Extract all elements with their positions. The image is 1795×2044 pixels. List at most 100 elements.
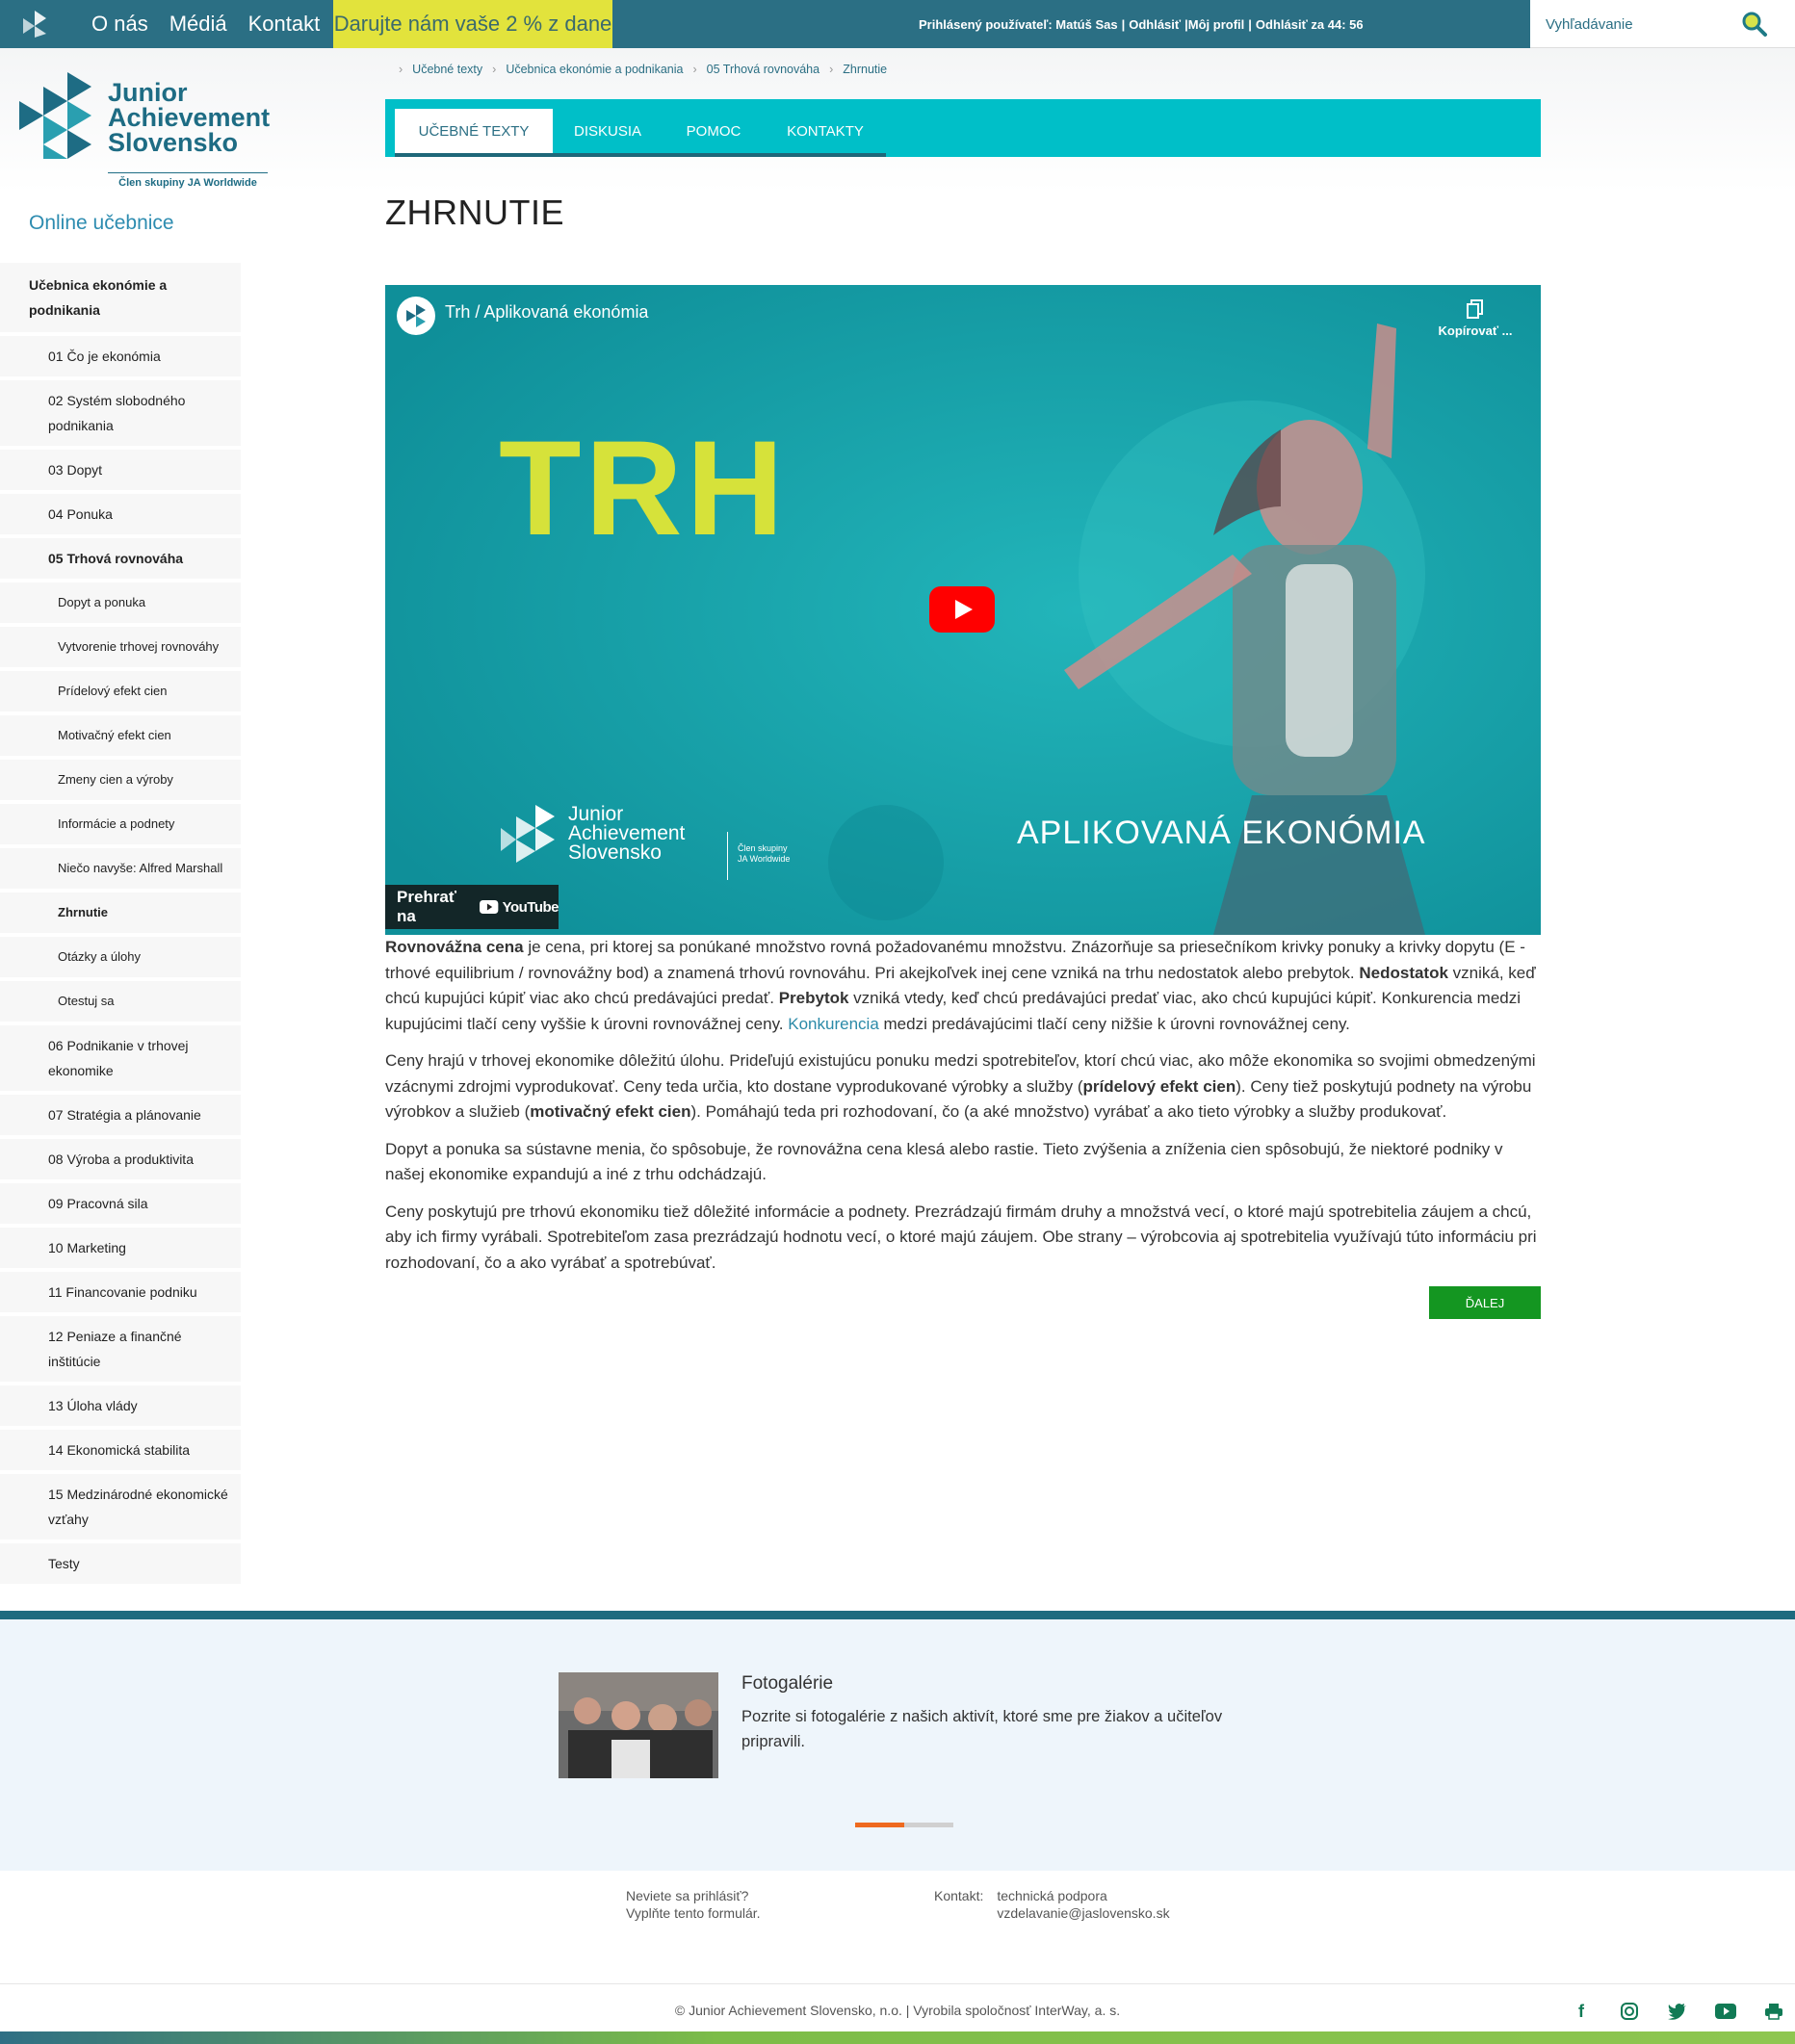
video-player[interactable]: Trh / Aplikovaná ekonómia Kopírovať ... …	[385, 285, 1541, 935]
sidebar-subitem[interactable]: Zmeny cien a výroby	[0, 760, 241, 800]
paragraph: Ceny poskytujú pre trhovú ekonomiku tiež…	[385, 1202, 1537, 1272]
search-input[interactable]	[1544, 12, 1736, 37]
sidebar-chapter[interactable]: 01 Čo je ekonómia	[0, 336, 241, 376]
ja-logo-mini-icon[interactable]	[17, 7, 52, 41]
next-button[interactable]: ĎALEJ	[1429, 1286, 1541, 1319]
sidebar-subitem[interactable]: Motivačný efekt cien	[0, 715, 241, 756]
search-icon[interactable]	[1741, 11, 1768, 38]
sidebar-chapter[interactable]: 07 Stratégia a plánovanie	[0, 1095, 241, 1135]
nav-media-link[interactable]: Médiá	[169, 12, 227, 37]
sidebar-chapter[interactable]: 10 Marketing	[0, 1228, 241, 1268]
video-brand-member: Člen skupiny	[738, 843, 788, 853]
breadcrumb-link[interactable]: Učebnica ekonómie a podnikania	[506, 63, 683, 76]
competition-link[interactable]: Konkurencia	[788, 1015, 879, 1033]
instagram-icon[interactable]	[1618, 2000, 1641, 2023]
video-title[interactable]: Trh / Aplikovaná ekonómia	[445, 302, 648, 323]
sidebar-subitem[interactable]: Otázky a úlohy	[0, 937, 241, 977]
sidebar: Učebnica ekonómie a podnikania 01 Čo je …	[0, 263, 241, 1588]
sidebar-chapter[interactable]: 11 Financovanie podniku	[0, 1272, 241, 1312]
paragraph: Rovnovážna cena je cena, pri ktorej sa p…	[385, 935, 1541, 1037]
nav-contact-link[interactable]: Kontakt	[248, 12, 321, 37]
sidebar-subitem-active[interactable]: Zhrnutie	[0, 893, 241, 933]
nav-about-link[interactable]: O nás	[91, 12, 148, 37]
sidebar-chapter[interactable]: 15 Medzinárodné ekonomické vzťahy	[0, 1474, 241, 1539]
carousel-progress[interactable]	[855, 1823, 953, 1827]
watch-label: Prehrať na	[397, 888, 457, 925]
logout-link[interactable]: Odhlásiť	[1129, 17, 1181, 32]
sidebar-chapter-active[interactable]: 05 Trhová rovnováha	[0, 538, 241, 579]
sidebar-subitem[interactable]: Otestuj sa	[0, 981, 241, 1022]
ja-logo-icon	[19, 72, 91, 159]
sidebar-chapter[interactable]: Testy	[0, 1543, 241, 1584]
paragraph: Dopyt a ponuka sa sústavne menia, čo spô…	[385, 1139, 1503, 1184]
sidebar-chapter[interactable]: 03 Dopyt	[0, 450, 241, 490]
sidebar-book[interactable]: Učebnica ekonómie a podnikania	[0, 263, 241, 332]
footer-contact: Kontakt: technická podpora vzdelavanie@j…	[934, 1887, 1170, 1922]
gallery-title[interactable]: Fotogalérie	[741, 1673, 833, 1695]
sidebar-chapter[interactable]: 04 Ponuka	[0, 494, 241, 534]
sidebar-subitem[interactable]: Prídelový efekt cien	[0, 671, 241, 712]
twitter-icon[interactable]	[1666, 2000, 1689, 2023]
brand-name-line: Slovensko	[108, 128, 239, 157]
gallery-thumbnail-image[interactable]	[559, 1672, 718, 1778]
breadcrumb-link[interactable]: Učebné texty	[412, 63, 482, 76]
contact-email-link[interactable]: vzdelavanie@jaslovensko.sk	[997, 1904, 1169, 1922]
breadcrumb-current: Zhrnutie	[843, 63, 888, 76]
contact-support: technická podpora	[997, 1888, 1107, 1903]
brand-name-line: Achievement	[108, 103, 271, 132]
donate-banner[interactable]: Darujte nám vaše 2 % z dane	[333, 0, 612, 48]
play-button-icon[interactable]	[929, 586, 995, 633]
tab-textbooks[interactable]: UČEBNÉ TEXTY	[395, 109, 553, 157]
tab-contacts[interactable]: KONTAKTY	[765, 109, 886, 157]
user-status: Prihlásený používateľ: Matúš Sas | Odhlá…	[917, 0, 1366, 48]
carousel-progress-fill	[855, 1823, 904, 1827]
sidebar-chapter[interactable]: 06 Podnikanie v trhovej ekonomike	[0, 1025, 241, 1091]
sidebar-subitem[interactable]: Informácie a podnety	[0, 804, 241, 844]
youtube-logo-icon	[480, 899, 499, 915]
print-icon[interactable]	[1762, 2000, 1785, 2023]
video-brand-member: JA Worldwide	[738, 854, 791, 864]
online-textbooks-title[interactable]: Online učebnice	[29, 212, 174, 235]
gallery-description: Pozrite si fotogalérie z našich aktivít,…	[741, 1708, 1223, 1750]
contact-label: Kontakt:	[934, 1888, 984, 1903]
search-box	[1530, 0, 1795, 48]
text: ). Pomáhajú teda pri rozhodovaní, čo (a …	[690, 1102, 1447, 1121]
facebook-icon[interactable]: f	[1570, 2000, 1593, 2023]
video-caption: APLIKOVANÁ EKONÓMIA	[1017, 815, 1426, 851]
term-bold: motivačný efekt cien	[530, 1102, 691, 1121]
sidebar-chapter[interactable]: 02 Systém slobodného podnikania	[0, 380, 241, 446]
sidebar-chapter[interactable]: 09 Pracovná sila	[0, 1183, 241, 1224]
my-profile-link[interactable]: |Môj profil	[1184, 17, 1244, 32]
session-timer: Odhlásiť za 44: 56	[1255, 16, 1364, 32]
youtube-icon[interactable]	[1714, 2000, 1737, 2023]
login-question: Neviete sa prihlásiť?	[626, 1888, 749, 1903]
tab-discussion[interactable]: DISKUSIA	[553, 109, 663, 157]
sidebar-chapter[interactable]: 13 Úloha vlády	[0, 1385, 241, 1426]
top-bar: O nás Médiá Kontakt Darujte nám vaše 2 %…	[0, 0, 1795, 48]
breadcrumb-link[interactable]: 05 Trhová rovnováha	[707, 63, 819, 76]
sidebar-subitem[interactable]: Vytvorenie trhovej rovnováhy	[0, 627, 241, 667]
sidebar-chapter[interactable]: 14 Ekonomická stabilita	[0, 1430, 241, 1470]
brand-logo[interactable]: Junior Achievement Slovensko Člen skupin…	[19, 72, 289, 197]
sidebar-chapter[interactable]: 08 Výroba a produktivita	[0, 1139, 241, 1179]
footer-login-help: Neviete sa prihlásiť? Vyplňte tento form…	[626, 1887, 761, 1922]
term-bold: Rovnovážna cena	[385, 938, 524, 956]
tab-help[interactable]: POMOC	[663, 109, 765, 157]
brand-name: Junior Achievement Slovensko	[108, 80, 271, 157]
term-bold: prídelový efekt cien	[1082, 1076, 1236, 1096]
channel-avatar[interactable]	[397, 297, 435, 335]
youtube-label: YouTube	[502, 898, 559, 916]
divider	[0, 1983, 1795, 1984]
article-content: Rovnovážna cena je cena, pri ktorej sa p…	[385, 935, 1541, 1287]
watch-on-youtube-button[interactable]: Prehrať na YouTube	[385, 885, 559, 929]
social-links: f	[1570, 2000, 1785, 2023]
breadcrumb: › Učebné texty › Učebnica ekonómie a pod…	[395, 63, 887, 76]
bottom-color-strip	[0, 2031, 1795, 2044]
term-bold: Nedostatok	[1359, 963, 1448, 982]
sidebar-subitem[interactable]: Niečo navyše: Alfred Marshall	[0, 848, 241, 889]
sidebar-chapter[interactable]: 12 Peniaze a finančné inštitúcie	[0, 1316, 241, 1382]
login-form-link[interactable]: Vyplňte tento formulár.	[626, 1904, 761, 1922]
paragraph: Ceny hrajú v trhovej ekonomike dôležitú …	[385, 1048, 1541, 1125]
sidebar-subitem[interactable]: Dopyt a ponuka	[0, 582, 241, 623]
copy-link-button[interactable]: Kopírovať ...	[1437, 295, 1514, 338]
